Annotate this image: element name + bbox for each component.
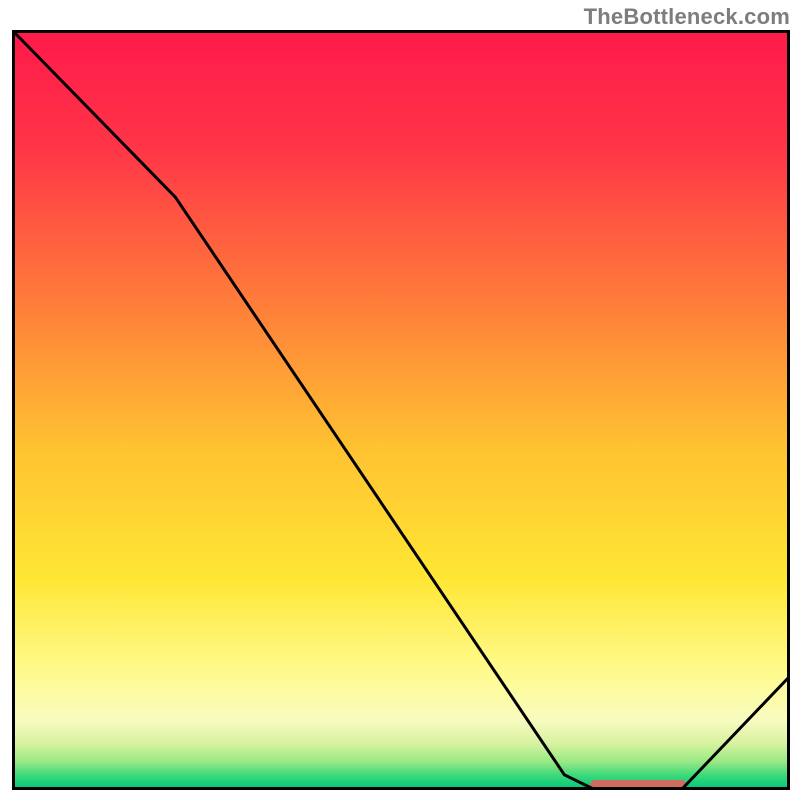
chart-svg [12, 30, 790, 790]
chart-stage: TheBottleneck.com [0, 0, 800, 800]
gradient-background [14, 32, 789, 789]
plot-area [12, 30, 790, 790]
watermark-text: TheBottleneck.com [584, 4, 790, 30]
